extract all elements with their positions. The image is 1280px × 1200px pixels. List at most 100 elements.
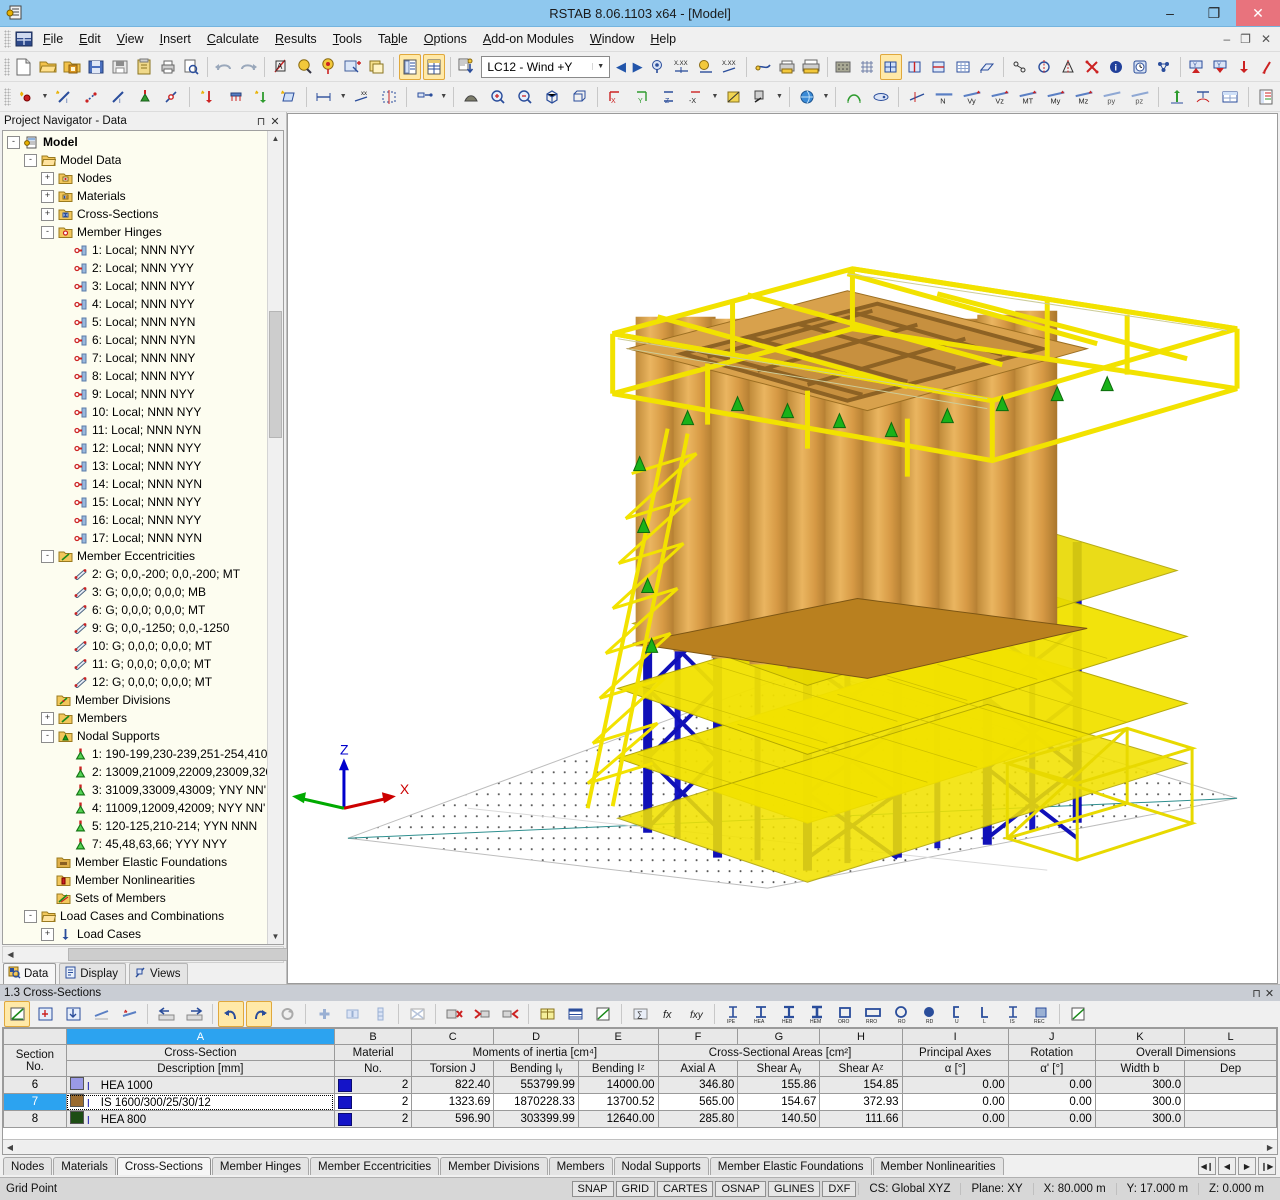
section-hem-icon[interactable]: HEM <box>804 1001 830 1027</box>
expand-icon[interactable]: + <box>41 712 54 725</box>
tree-node-1-local-nnn-nyy[interactable]: 1: Local; NNN NYY <box>7 241 267 259</box>
fx-icon[interactable]: fx <box>655 1001 681 1027</box>
surface-load-icon[interactable] <box>276 84 301 110</box>
navigator-vertical-scrollbar[interactable]: ▲ ▼ <box>267 131 283 944</box>
delete-row-icon[interactable] <box>441 1001 467 1027</box>
globe-dropdown-icon[interactable]: ▼ <box>821 85 832 109</box>
row-bending-iz[interactable]: 13700.52 <box>578 1094 658 1111</box>
row-depth[interactable] <box>1185 1077 1277 1094</box>
view-y-icon[interactable]: Y <box>630 84 655 110</box>
menu-help[interactable]: Help <box>642 30 684 48</box>
copy-window-icon[interactable] <box>366 54 388 80</box>
collapse-icon[interactable]: - <box>41 550 54 563</box>
row-shear-az[interactable]: 154.85 <box>820 1077 902 1094</box>
open-folder-icon[interactable] <box>37 54 59 80</box>
tree-node-5-local-nnn-nyn[interactable]: 5: Local; NNN NYN <box>7 313 267 331</box>
anchor-red2-icon[interactable] <box>1257 54 1279 80</box>
row-depth[interactable] <box>1185 1094 1277 1111</box>
row-axial-a[interactable]: 565.00 <box>658 1094 738 1111</box>
table-tab-nodal-supports[interactable]: Nodal Supports <box>614 1157 709 1175</box>
tree-node-5-120-125-210-214-yyn-nnn[interactable]: 5: 120-125,210-214; YYN NNN <box>7 817 267 835</box>
row-width-b[interactable]: 300.0 <box>1095 1094 1184 1111</box>
mdi-document-icon[interactable] <box>13 29 35 49</box>
table-row[interactable]: 6ⅠHEA 10002822.40553799.9914000.00346.80… <box>4 1077 1277 1094</box>
row-axial-a[interactable]: 346.80 <box>658 1077 738 1094</box>
col-letter-i[interactable]: I <box>902 1029 1008 1045</box>
row-rotation-alpha[interactable]: 0.00 <box>1008 1094 1095 1111</box>
tree-node-2-local-nnn-yyy[interactable]: 2: Local; NNN YYY <box>7 259 267 277</box>
table-tab-member-divisions[interactable]: Member Divisions <box>440 1157 547 1175</box>
row-shear-az[interactable]: 372.93 <box>820 1094 902 1111</box>
load-wizard-icon[interactable] <box>455 54 477 80</box>
sort-icon[interactable] <box>367 1001 393 1027</box>
cross-sections-table[interactable]: A B C D E F G H I J K L <box>3 1028 1277 1128</box>
col-letter-k[interactable]: K <box>1095 1029 1184 1045</box>
dimension-line-icon[interactable] <box>312 84 337 110</box>
row-material-no[interactable]: 2 <box>334 1094 411 1111</box>
deform-py-icon[interactable]: py <box>1099 84 1125 110</box>
new-support-icon[interactable] <box>132 84 157 110</box>
tree-node-12-local-nnn-nyy[interactable]: 12: Local; NNN NYY <box>7 439 267 457</box>
menu-drag-grip[interactable] <box>4 30 11 48</box>
tree-node-6-g-0-0-0-0-0-0-mt[interactable]: 6: G; 0,0,0; 0,0,0; MT <box>7 601 267 619</box>
import-section-icon[interactable] <box>32 1001 58 1027</box>
expand-icon[interactable]: + <box>41 928 54 941</box>
tree-node-4-11009-12009-42009-nyy-nn[interactable]: 4: 11009,12009,42009; NYY NN' <box>7 799 267 817</box>
col-letter-e[interactable]: E <box>578 1029 658 1045</box>
dimension-xx-icon[interactable]: xx <box>350 84 375 110</box>
reflect-icon[interactable] <box>1057 54 1079 80</box>
pin-icon[interactable]: ⊓ <box>254 115 268 128</box>
section-info-icon[interactable] <box>116 1001 142 1027</box>
navigator-horizontal-scrollbar[interactable]: ◀ ▶ <box>2 946 284 963</box>
menu-window[interactable]: Window <box>582 30 642 48</box>
section-heb-icon[interactable]: HEB <box>776 1001 802 1027</box>
status-toggle-dxf[interactable]: DXF <box>822 1181 856 1197</box>
menu-tools[interactable]: Tools <box>325 30 370 48</box>
new-member-dots-icon[interactable] <box>78 84 103 110</box>
undo-icon[interactable] <box>218 1001 244 1027</box>
section-qro-icon[interactable]: QRO <box>832 1001 858 1027</box>
node-result-icon[interactable] <box>695 54 717 80</box>
shading-icon[interactable] <box>748 84 773 110</box>
row-torsion-j[interactable]: 1323.69 <box>412 1094 494 1111</box>
print-icon[interactable] <box>157 54 179 80</box>
table-tab-nodes[interactable]: Nodes <box>3 1157 52 1175</box>
move-left-icon[interactable] <box>153 1001 179 1027</box>
next-tab-button[interactable]: ▶ <box>1238 1157 1256 1175</box>
grid-snap-icon[interactable] <box>856 54 878 80</box>
table-row[interactable]: 7ⅠIS 1600/300/25/30/1221323.691870228.33… <box>4 1094 1277 1111</box>
expand-icon[interactable]: + <box>41 172 54 185</box>
table-tab-member-elastic-foundations[interactable]: Member Elastic Foundations <box>710 1157 872 1175</box>
load-case-combo[interactable]: LC12 - Wind +Y ▼ <box>481 56 609 78</box>
deform-pz-icon[interactable]: pz <box>1127 84 1153 110</box>
chevron-down-icon[interactable]: ▼ <box>592 63 609 70</box>
menu-insert[interactable]: Insert <box>152 30 199 48</box>
row-bending-iy[interactable]: 303399.99 <box>494 1111 579 1128</box>
col-letter-g[interactable]: G <box>738 1029 820 1045</box>
row-shear-ay[interactable]: 140.50 <box>738 1111 820 1128</box>
tree-node-member-nonlinearities[interactable]: Member Nonlinearities <box>7 871 267 889</box>
view-negx-icon[interactable]: -X <box>684 84 709 110</box>
table-panel-icon[interactable] <box>399 54 421 80</box>
tree-node-2-g-0-0-200-0-0-200-mt[interactable]: 2: G; 0,0,-200; 0,0,-200; MT <box>7 565 267 583</box>
new-cross-section-icon[interactable] <box>4 1001 30 1027</box>
row-torsion-j[interactable]: 822.40 <box>412 1077 494 1094</box>
collapse-icon[interactable]: - <box>24 910 37 923</box>
refresh-icon[interactable] <box>274 1001 300 1027</box>
new-document-icon[interactable] <box>13 54 35 80</box>
first-tab-button[interactable]: ◀❙ <box>1198 1157 1216 1175</box>
row-cross-section-description[interactable]: ⅠHEA 800 <box>66 1111 334 1128</box>
tree-node-4-local-nnn-nyy[interactable]: 4: Local; NNN NYY <box>7 295 267 313</box>
mdi-restore-button[interactable]: ❐ <box>1235 32 1256 46</box>
section-is-icon[interactable]: IS <box>1000 1001 1026 1027</box>
row-depth[interactable] <box>1185 1111 1277 1128</box>
tree-node-13-local-nnn-nyy[interactable]: 13: Local; NNN NYY <box>7 457 267 475</box>
edit-table-icon[interactable] <box>590 1001 616 1027</box>
add-row-icon[interactable] <box>311 1001 337 1027</box>
scroll-thumb[interactable] <box>269 311 282 438</box>
delete-table-icon[interactable] <box>404 1001 430 1027</box>
col-letter-d[interactable]: D <box>494 1029 579 1045</box>
tree-node-3-31009-33009-43009-yny-nn[interactable]: 3: 31009,33009,43009; YNY NN' <box>7 781 267 799</box>
col-letter-j[interactable]: J <box>1008 1029 1095 1045</box>
view-z-icon[interactable]: Z <box>657 84 682 110</box>
